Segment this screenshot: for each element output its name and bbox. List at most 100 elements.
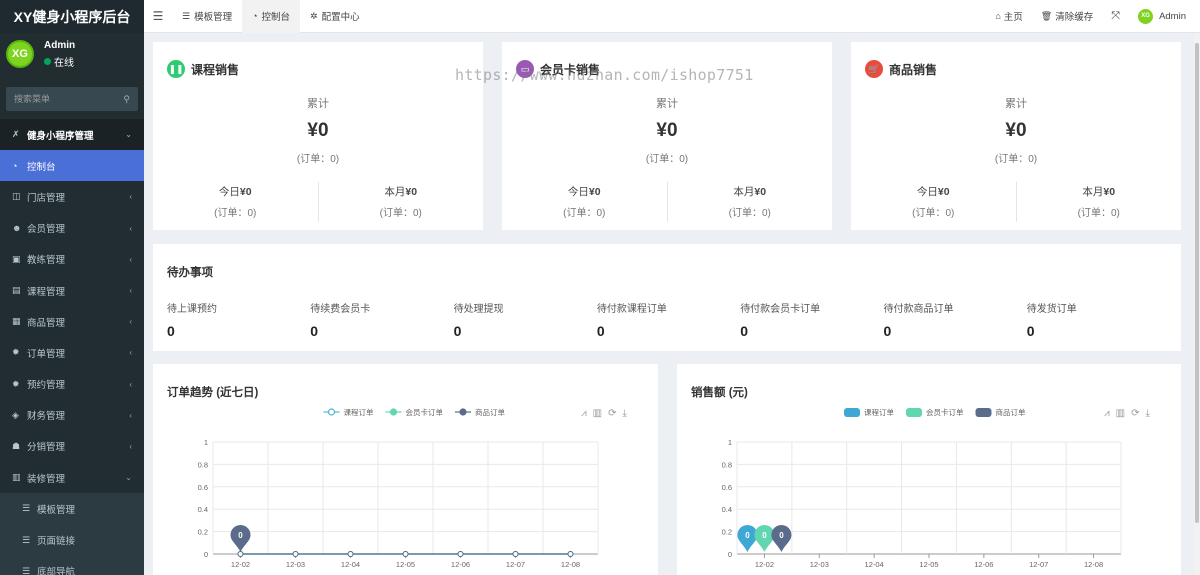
todo-label: 待续费会员卡: [310, 304, 371, 315]
data-marker[interactable]: 0: [230, 525, 251, 552]
todo-item[interactable]: 待上课预约 0: [167, 300, 310, 339]
x-tick-label: 12-08: [561, 560, 580, 569]
sidebar-item[interactable]: ▦ 商品管理 ‹: [0, 306, 144, 337]
sidebar-item[interactable]: ◔ 控制台: [0, 150, 144, 182]
tab[interactable]: ✲ 配置中心: [300, 0, 370, 33]
legend-swatch: [906, 408, 922, 417]
total-amount: ¥0: [1005, 120, 1027, 141]
x-tick-label: 12-02: [231, 560, 250, 569]
user-panel: XG Admin 在线: [0, 33, 144, 75]
course-icon: ▤: [12, 285, 21, 296]
main-content: ❚❚ 课程销售 累计 ¥0 (订单：0) 今日¥0 (订单：0) 本月¥0 (订单：0) ▭ 会员卡…: [144, 33, 1194, 575]
data-point[interactable]: [237, 551, 244, 557]
total-orders: (订单：0): [296, 154, 340, 165]
dashboard-icon: ◔: [12, 160, 18, 171]
legend-label: 会员卡订单: [406, 407, 444, 417]
sidebar-item[interactable]: ▣ 教练管理 ‹: [0, 244, 144, 275]
sidebar-item[interactable]: ◈ 财务管理 ‹: [0, 400, 144, 431]
marker-label: 0: [779, 531, 784, 540]
x-tick-label: 12-06: [451, 560, 470, 569]
legend-item[interactable]: 商品订单: [455, 407, 505, 417]
todo-item[interactable]: 待付款商品订单 0: [883, 300, 1026, 339]
content-scrollbar[interactable]: [1194, 33, 1200, 575]
list-icon: ☰: [22, 503, 31, 514]
chart-legend: 课程订单 会员卡订单 商品订单: [323, 407, 505, 417]
sidebar-item[interactable]: ▥ 装修管理 ⌄: [0, 462, 144, 493]
total-label: 累计: [656, 98, 678, 110]
x-tick-label: 12-06: [974, 560, 993, 569]
list-icon: ☰: [182, 10, 191, 21]
menu-toggle-icon[interactable]: ☰: [144, 9, 172, 23]
list-icon: ☰: [22, 534, 31, 545]
order-trend-card: 订单趋势 (近七日) ⩘ ▥ ⟳ ⤓ 课程订单 会员卡订单 商品订单 0 0.2 0.4 0.6 0…: [153, 364, 658, 575]
todo-value: 0: [883, 323, 892, 339]
data-marker[interactable]: 0: [737, 525, 758, 552]
decoration-icon: ▥: [12, 472, 21, 483]
todo-item[interactable]: 待发货订单 0: [1027, 300, 1170, 339]
todo-item[interactable]: 待续费会员卡 0: [310, 300, 453, 339]
y-tick-label: 0.4: [722, 505, 732, 514]
sidebar-item[interactable]: ✹ 预约管理 ‹: [0, 369, 144, 400]
sidebar-item[interactable]: ☻ 会员管理 ‹: [0, 213, 144, 244]
card-title: ▭ 会员卡销售: [516, 60, 600, 78]
data-point[interactable]: [292, 551, 299, 557]
sales-card: 🛒 商品销售 累计 ¥0 (订单：0) 今日¥0 (订单：0) 本月¥0 (订单：0): [851, 42, 1181, 230]
sidebar-item[interactable]: ◫ 门店管理 ‹: [0, 181, 144, 212]
data-point[interactable]: [402, 551, 409, 557]
y-tick-label: 0.6: [198, 483, 208, 492]
tab-label: 配置中心: [321, 12, 360, 23]
x-tick-label: 12-03: [286, 560, 305, 569]
data-marker[interactable]: 0: [754, 525, 775, 552]
todo-item[interactable]: 待付款课程订单 0: [597, 300, 740, 339]
todo-value: 0: [453, 323, 462, 339]
data-point[interactable]: [512, 551, 519, 557]
sidebar-item-label: 底部导航: [37, 567, 76, 575]
data-point[interactable]: [347, 551, 354, 557]
data-point[interactable]: [457, 551, 464, 557]
sidebar-item-label: 分销管理: [27, 442, 66, 454]
legend-item[interactable]: 会员卡订单: [385, 407, 444, 417]
sidebar-item[interactable]: ✹ 订单管理 ‹: [0, 337, 144, 368]
sidebar-item[interactable]: ☰ 模板管理: [0, 493, 144, 525]
todo-label: 待处理提现: [453, 304, 504, 315]
data-marker[interactable]: 0: [771, 525, 792, 552]
sidebar-item[interactable]: ☰ 页面链接: [0, 524, 144, 556]
user-menu[interactable]: XG Admin: [1129, 8, 1200, 24]
data-point[interactable]: [567, 551, 574, 557]
todo-item[interactable]: 待处理提现 0: [454, 300, 597, 339]
fullscreen-icon[interactable]: ⤧: [1102, 10, 1129, 23]
coach-icon: ▣: [12, 253, 21, 264]
search-input[interactable]: [14, 94, 109, 104]
sidebar-item[interactable]: ☰ 底部导航: [0, 555, 144, 575]
y-tick-label: 0.2: [198, 528, 208, 537]
avatar: XG: [6, 40, 34, 68]
finance-icon: ◈: [12, 409, 19, 420]
todo-item[interactable]: 待付款会员卡订单 0: [740, 300, 883, 339]
brand-title[interactable]: XY健身小程序后台: [0, 0, 144, 33]
tab-bar: ☰ 模板管理 ◔ 控制台 ✲ 配置中心: [172, 0, 370, 33]
chevron-icon: ‹: [129, 441, 132, 451]
month-stats: 本月¥0 (订单：0): [728, 186, 771, 219]
list-icon: ☰: [22, 565, 31, 575]
home-link[interactable]: ⌂ 主页: [986, 9, 1031, 23]
y-tick-label: 0: [728, 550, 732, 559]
legend-item[interactable]: 商品订单: [975, 407, 1026, 417]
sidebar-item[interactable]: ☗ 分销管理 ‹: [0, 431, 144, 462]
legend-item[interactable]: 会员卡订单: [906, 407, 964, 417]
sidebar-item[interactable]: ✗ 健身小程序管理 ⌄: [0, 119, 144, 151]
clear-cache-button[interactable]: 🗑 清除缓存: [1032, 9, 1102, 24]
tab[interactable]: ◔ 控制台: [242, 0, 301, 33]
dashboard-icon: ◔: [252, 11, 258, 21]
y-tick-label: 1: [204, 438, 208, 447]
tab-label: 控制台: [261, 12, 291, 23]
tab[interactable]: ☰ 模板管理: [172, 0, 242, 33]
search-icon[interactable]: ⚲: [123, 94, 130, 105]
sidebar-item-label: 门店管理: [27, 192, 66, 204]
legend-item[interactable]: 课程订单: [844, 407, 894, 417]
todo-label: 待付款商品订单: [883, 304, 954, 315]
chevron-icon: ⌄: [125, 473, 132, 483]
legend-item[interactable]: 课程订单: [323, 407, 374, 417]
todo-label: 待发货订单: [1026, 304, 1077, 315]
y-tick-label: 0.8: [198, 460, 208, 469]
sidebar-item[interactable]: ▤ 课程管理 ‹: [0, 275, 144, 306]
